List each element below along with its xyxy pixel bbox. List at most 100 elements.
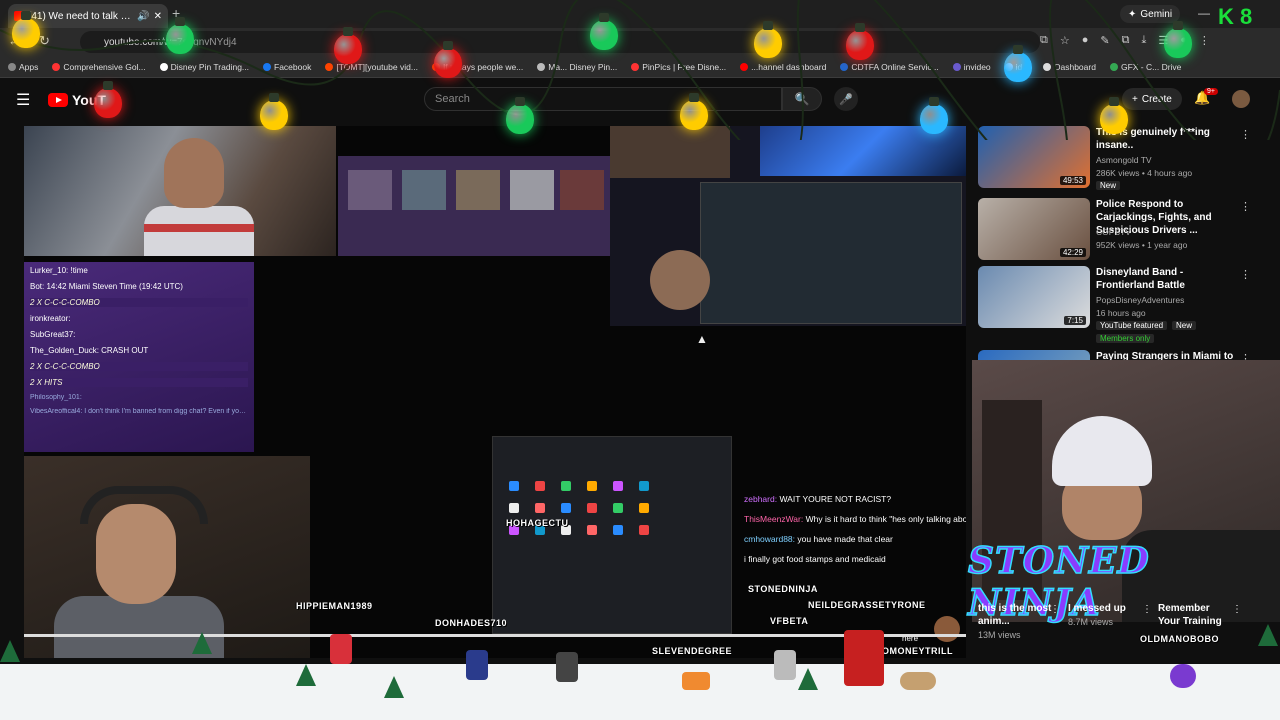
- video-meta: 16 hours ago: [1096, 308, 1146, 318]
- video-thumbnail[interactable]: 7:15: [978, 266, 1090, 328]
- potato-sprite-icon: [900, 672, 936, 690]
- recommended-video[interactable]: 42:29 Police Respond to Carjackings, Figh…: [978, 198, 1278, 264]
- chat-message: WAIT YOURE NOT RACIST?: [779, 494, 892, 504]
- short-views: 8.7M views: [1068, 617, 1114, 627]
- chat-username: ThisMeenzWar:: [744, 514, 804, 524]
- viewer-tag: OLDMANOBOBO: [1140, 634, 1219, 644]
- chat-line: VibesAreoffical4: I don't think I'm bann…: [30, 408, 248, 415]
- overlay-chat-line: ThisMeenzWar: Why is it hard to think "h…: [744, 514, 966, 524]
- stream-clip-thumbnails: [338, 156, 610, 256]
- more-options-icon[interactable]: ⋮: [1240, 268, 1251, 281]
- app-tile-icon: [587, 481, 597, 491]
- channel-name[interactable]: PopsDisneyAdventures: [1096, 295, 1184, 305]
- knuckles-sprite-icon: [330, 634, 352, 664]
- viewer-tag: NEILDEGRASSETYRONE: [808, 600, 926, 610]
- overlay-chat-line: zebhard: WAIT YOURE NOT RACIST?: [744, 494, 966, 504]
- channel-name[interactable]: COPSTV: [1096, 227, 1131, 237]
- chat-line: 2 X C-C-C-COMBO: [30, 362, 248, 371]
- video-meta: 952K views • 1 year ago: [1096, 240, 1188, 250]
- streamer-avatar: [934, 616, 960, 642]
- app-tile-icon: [535, 503, 545, 513]
- chat-line: ironkreator:: [30, 314, 71, 323]
- viewer-tag: DONHADES710: [435, 618, 508, 628]
- more-options-icon[interactable]: ⋮: [1050, 604, 1060, 615]
- christmas-light-wire: [0, 0, 1280, 140]
- christmas-bulb-icon: [94, 81, 122, 118]
- character-sprite-icon: [774, 650, 796, 680]
- short-title: I messed up: [1068, 603, 1126, 614]
- christmas-bulb-icon: [260, 93, 288, 130]
- pine-tree-icon: [192, 632, 212, 654]
- christmas-bulb-icon: [1164, 21, 1192, 58]
- ghost-sprite-icon: [1170, 664, 1196, 688]
- short-item[interactable]: I messed up 8.7M views: [1068, 602, 1150, 627]
- pine-tree-icon: [384, 676, 404, 698]
- christmas-bulb-icon: [590, 13, 618, 50]
- character-sprite-icon: [556, 652, 578, 682]
- overlay-chat-line: cmhoward88: you have made that clear: [744, 534, 966, 544]
- viewer-tag: HIPPIEMAN1989: [296, 601, 373, 611]
- snow-overlay: [0, 664, 1280, 720]
- character-sprite-icon: [466, 650, 488, 680]
- viewer-tag: VFBETA: [770, 616, 809, 626]
- short-item[interactable]: Remember Your Training: [1158, 602, 1234, 628]
- app-tile-icon: [587, 525, 597, 535]
- recommended-video[interactable]: 7:15 Disneyland Band - Frontierland Battl…: [978, 266, 1278, 343]
- samus-sprite-icon: [844, 630, 884, 686]
- app-tile-icon: [613, 525, 623, 535]
- app-tile-icon: [561, 481, 571, 491]
- chat-username: zebhard:: [744, 494, 778, 504]
- viewer-tag: STONEDNINJA: [748, 584, 818, 594]
- app-tile-icon: [613, 481, 623, 491]
- app-tile-icon: [509, 503, 519, 513]
- christmas-bulb-icon: [1100, 97, 1128, 134]
- chat-line: Bot: 14:42 Miami Steven Time (19:42 UTC): [30, 282, 183, 291]
- video-badge: YouTube featured: [1096, 321, 1168, 330]
- duration-badge: 7:15: [1064, 316, 1086, 325]
- more-options-icon[interactable]: ⋮: [1240, 200, 1251, 213]
- chat-line: Lurker_10: !time: [30, 266, 88, 275]
- streamer-webcam: [24, 456, 310, 658]
- app-tile-icon: [561, 503, 571, 513]
- pine-tree-icon: [1258, 624, 1278, 646]
- video-thumbnail[interactable]: 42:29: [978, 198, 1090, 260]
- viewer-tag: SLEVENDEGREE: [652, 646, 733, 656]
- chat-message: i finally got food stamps and medicaid: [744, 554, 886, 564]
- channel-name[interactable]: Asmongold TV: [1096, 155, 1152, 165]
- overlay-chat-line: i finally got food stamps and medicaid: [744, 554, 966, 564]
- christmas-bulb-icon: [166, 17, 194, 54]
- short-title: this is the most anim...: [978, 603, 1052, 627]
- character-sprite-icon: [682, 672, 710, 690]
- pine-tree-icon: [798, 668, 818, 690]
- christmas-bulb-icon: [506, 97, 534, 134]
- chat-line: 2 X HITS: [30, 378, 248, 387]
- short-item[interactable]: this is the most anim... 13M views: [978, 602, 1060, 640]
- short-title: Remember Your Training: [1158, 603, 1222, 627]
- christmas-bulb-icon: [754, 21, 782, 58]
- white-beam: [24, 634, 966, 637]
- christmas-bulb-icon: [12, 11, 40, 48]
- viewer-tag: OMONEYTRILL: [882, 646, 953, 656]
- more-options-icon[interactable]: ⋮: [1142, 604, 1152, 615]
- chat-line: Philosophy_101:: [30, 394, 82, 401]
- duration-badge: 49:53: [1059, 176, 1086, 185]
- pine-tree-icon: [296, 664, 316, 686]
- chat-message: Why is it hard to think "hes only talkin…: [805, 514, 966, 524]
- new-badge: New: [1172, 321, 1197, 330]
- app-tile-icon: [639, 481, 649, 491]
- chat-line: The_Golden_Duck: CRASH OUT: [30, 346, 149, 355]
- overlay-chat: zebhard: WAIT YOURE NOT RACIST? ThisMeenz…: [744, 494, 966, 634]
- video-title[interactable]: Disneyland Band - Frontierland Battle: [1096, 266, 1238, 292]
- chat-line: 2 X C-C-C-COMBO: [30, 298, 248, 307]
- christmas-bulb-icon: [680, 93, 708, 130]
- video-player[interactable]: Lurker_10: !time Bot: 14:42 Miami Steven …: [24, 126, 966, 658]
- app-tile-icon: [639, 503, 649, 513]
- video-meta: 286K views • 4 hours ago: [1096, 168, 1193, 178]
- app-tile-icon: [613, 503, 623, 513]
- christmas-bulb-icon: [920, 97, 948, 134]
- more-options-icon[interactable]: ⋮: [1232, 604, 1242, 615]
- app-tile-icon: [587, 503, 597, 513]
- chat-username: cmhoward88:: [744, 534, 796, 544]
- chat-line: SubGreat37:: [30, 330, 76, 339]
- video-badge: New: [1096, 181, 1121, 190]
